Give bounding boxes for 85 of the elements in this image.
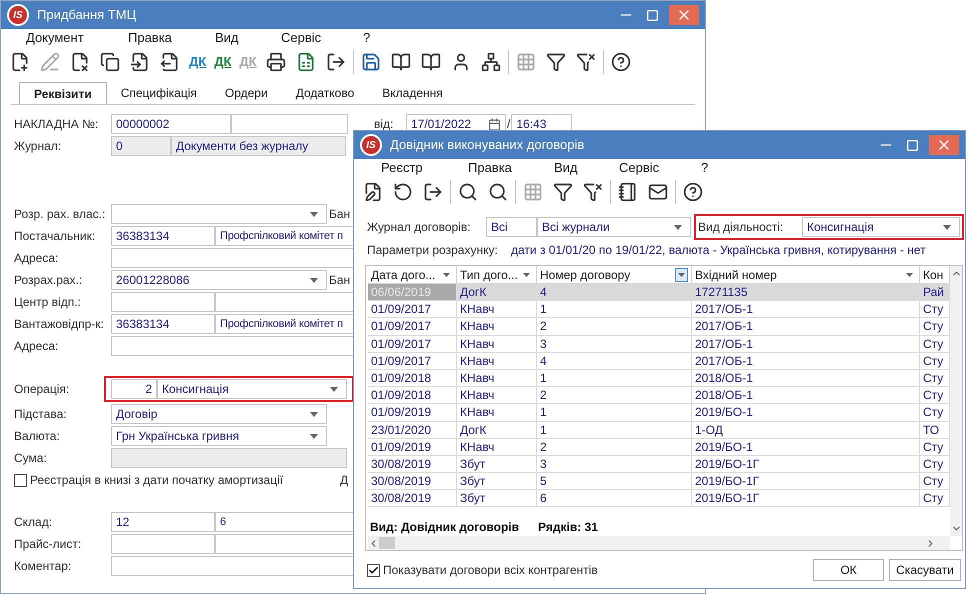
table-cell: ДогК [457, 284, 537, 300]
table-cell: 30/08/2019 [368, 490, 457, 506]
table-cell: 17271135 [692, 284, 920, 300]
view-text: Вид: Довідник договорів [370, 519, 520, 536]
table-cell: 3 [537, 456, 692, 472]
row-count: Рядків: 31 [538, 519, 598, 536]
table-cell: 23/01/2020 [368, 422, 457, 438]
field-label: Вантажовідпр-к: [14, 316, 105, 333]
table-cell: 3 [537, 336, 692, 352]
field-label: Бан [329, 272, 350, 289]
table-cell: КНавч [457, 370, 537, 386]
table-cell: 30/08/2019 [368, 473, 457, 490]
table-cell: 2017/ОБ-1 [692, 318, 920, 335]
table-cell: 2018/ОБ-1 [692, 387, 920, 404]
table-cell: КНавч [457, 404, 537, 420]
table-cell: 2017/ОБ-1 [692, 352, 920, 369]
table-cell: 1 [537, 404, 692, 420]
field-label: Прайс-лист: [14, 536, 82, 553]
checkbox-label: Показувати договори всіх контрагентів [383, 562, 598, 579]
logo: IS [7, 4, 29, 26]
field-label: Коментар: [14, 558, 72, 575]
window-title: Довідник виконуваних договорів [390, 136, 584, 154]
table-cell: 2 [537, 318, 692, 335]
field-label: від: [374, 116, 394, 133]
checkbox-label: Реєстрація в книзі з дати початку амортизації [30, 472, 284, 489]
table-cell: Збут [457, 490, 537, 506]
table-cell: КНавч [457, 301, 537, 318]
field-label: Підстава: [14, 406, 68, 423]
table-cell: КНавч [457, 336, 537, 352]
field-label: Вид діяльності: [698, 219, 784, 236]
table-cell: 30/08/2019 [368, 456, 457, 472]
field-label: Розр. рах. влас.: [14, 206, 106, 223]
field-label: Валюта: [14, 428, 61, 445]
table-cell: 01/09/2018 [368, 387, 457, 404]
window-title: Придбання ТМЦ [37, 6, 136, 24]
table-cell: 01/09/2018 [368, 370, 457, 386]
table-cell: 2019/БО-1Г [692, 456, 920, 472]
field-label: НАКЛАДНА №: [14, 116, 100, 133]
table-cell: ДогК [457, 422, 537, 438]
table-cell: 01/09/2017 [368, 301, 457, 318]
table-cell: КНавч [457, 352, 537, 369]
separator-text: / [507, 116, 510, 133]
field-label: Адреса: [14, 250, 60, 267]
table-cell: 2019/БО-1 [692, 404, 920, 420]
field-label: Журнал договорів: [367, 219, 472, 236]
table-cell: 2019/БО-1Г [692, 490, 920, 506]
field-label: Розрах.рах.: [14, 272, 84, 289]
table-cell: 01/09/2017 [368, 318, 457, 335]
table-cell: 01/09/2017 [368, 336, 457, 352]
table-cell: 1-ОД [692, 422, 920, 438]
table-cell: КНавч [457, 318, 537, 335]
field-label: Операція: [14, 381, 70, 398]
table-cell: 2 [537, 438, 692, 455]
logo: IS [360, 134, 382, 156]
table-cell: 4 [537, 284, 692, 300]
field-label: Бан [329, 206, 350, 223]
table-cell: 2019/БО-1 [692, 438, 920, 455]
table-cell: 2017/ОБ-1 [692, 301, 920, 318]
table-cell: 4 [537, 352, 692, 369]
field-label: Склад: [14, 514, 54, 531]
field-label: Параметри розрахунку: [367, 242, 499, 259]
table-cell: 5 [537, 473, 692, 490]
table-cell: 2018/ОБ-1 [692, 370, 920, 386]
parameters-text: дати з 01/01/20 по 19/01/22, валюта - Українська гривня, котирування - нет [511, 242, 926, 259]
field-label: Журнал: [14, 138, 62, 155]
field-label: Д [340, 472, 348, 489]
table-cell: 1 [537, 370, 692, 386]
table-cell: 2 [537, 387, 692, 404]
table-cell: 6 [537, 490, 692, 506]
table-cell: Збут [457, 473, 537, 490]
table-cell: 2019/БО-1Г [692, 473, 920, 490]
field-label: Адреса: [14, 338, 60, 355]
table-cell: 06/06/2019 [368, 284, 457, 300]
field-label: Постачальник: [14, 228, 96, 245]
table-cell: Збут [457, 456, 537, 472]
field-label: Центр відп.: [14, 294, 82, 311]
table-cell: 01/09/2019 [368, 404, 457, 420]
table-cell: 1 [537, 301, 692, 318]
table-cell: 01/09/2019 [368, 438, 457, 455]
table-cell: 1 [537, 422, 692, 438]
table-cell: КНавч [457, 387, 537, 404]
table-cell: 2017/ОБ-1 [692, 336, 920, 352]
field-label: Сума: [14, 450, 48, 467]
table-cell: КНавч [457, 438, 537, 455]
table-cell: 01/09/2017 [368, 352, 457, 369]
